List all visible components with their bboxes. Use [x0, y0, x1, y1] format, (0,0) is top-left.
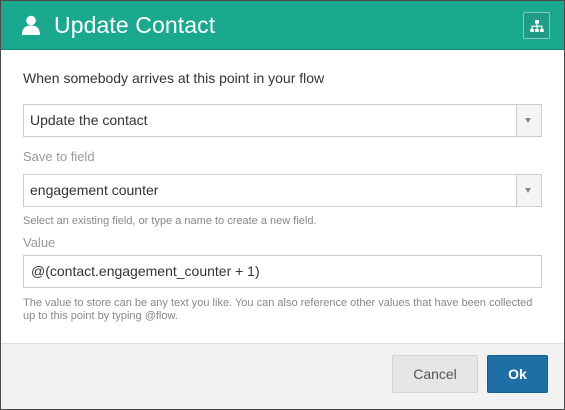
field-dropdown-toggle[interactable]: [516, 175, 541, 206]
value-help-text: The value to store can be any text you l…: [23, 297, 533, 322]
field-select[interactable]: engagement counter: [23, 174, 542, 207]
dialog-footer: Cancel Ok: [1, 343, 564, 409]
cancel-button[interactable]: Cancel: [392, 355, 478, 393]
flow-view-button[interactable]: [523, 12, 550, 39]
dialog-title: Update Contact: [54, 12, 216, 38]
value-input[interactable]: @(contact.engagement_counter + 1): [23, 255, 542, 288]
save-to-field-label: Save to field: [23, 149, 95, 164]
flow-prompt-text: When somebody arrives at this point in y…: [23, 70, 325, 86]
person-icon: [22, 15, 40, 35]
field-help-text: Select an existing field, or type a name…: [23, 215, 317, 227]
chevron-down-icon: [525, 118, 531, 123]
field-select-value: engagement counter: [30, 182, 159, 198]
update-contact-dialog: Update Contact When somebody arrives at …: [0, 0, 565, 410]
ok-button[interactable]: Ok: [487, 355, 548, 393]
action-dropdown-toggle[interactable]: [516, 105, 541, 136]
chevron-down-icon: [525, 188, 531, 193]
sitemap-icon: [530, 20, 544, 32]
action-select-value: Update the contact: [30, 112, 148, 128]
dialog-body: When somebody arrives at this point in y…: [1, 50, 564, 343]
value-label: Value: [23, 235, 56, 250]
action-select[interactable]: Update the contact: [23, 104, 542, 137]
dialog-header: Update Contact: [1, 1, 564, 50]
